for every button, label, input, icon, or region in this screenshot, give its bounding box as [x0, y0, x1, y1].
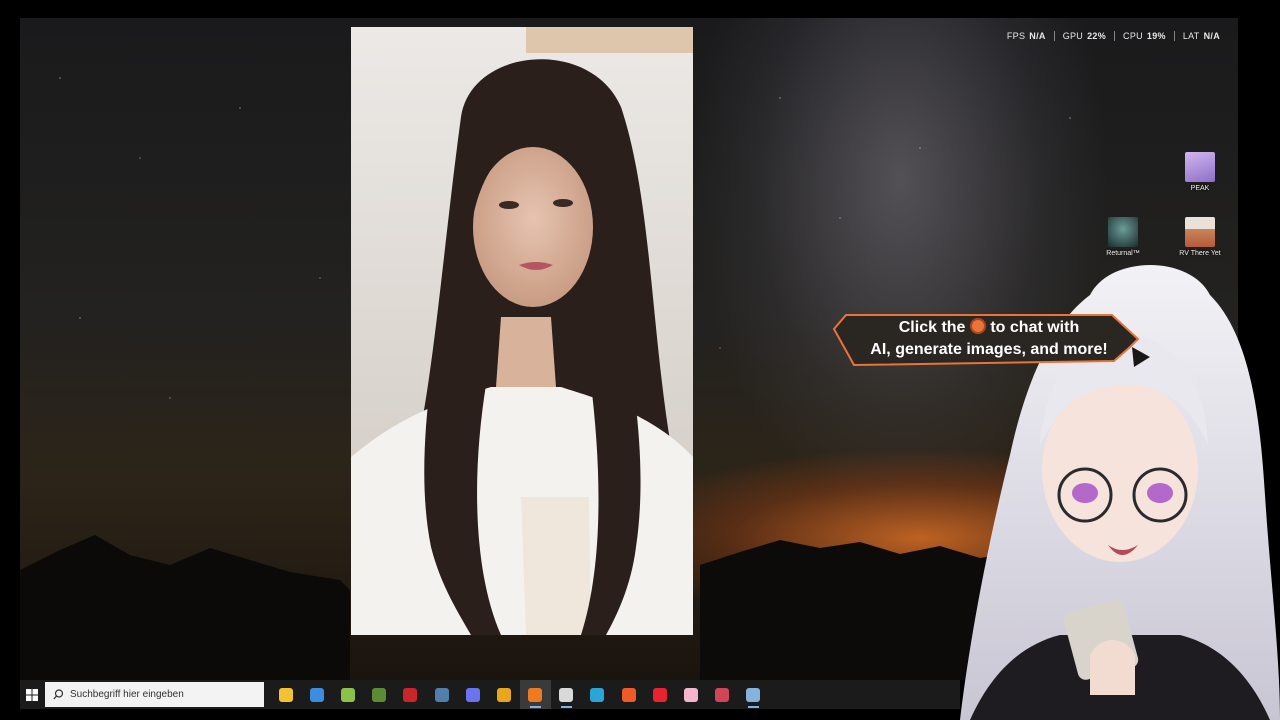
taskbar-app-button[interactable] [426, 680, 457, 709]
android-studio-icon [340, 687, 355, 702]
desktop-icon-rv-there-yet[interactable]: RV There Yet [1172, 217, 1228, 257]
steam-icon [434, 687, 449, 702]
screen: FPS N/A GPU 22% CPU 19% LAT N/A PEAK Ret… [0, 0, 1280, 720]
gpu-value: 22% [1087, 31, 1107, 41]
rv-there-yet-game-icon [1185, 217, 1215, 247]
taskbar-app-button[interactable] [707, 680, 738, 709]
opera-icon [652, 687, 667, 702]
taskbar: Suchbegriff hier eingeben [20, 680, 960, 709]
portrait-photo-window[interactable] [351, 27, 693, 635]
latency-label: LAT [1182, 31, 1200, 41]
fps-stat: FPS N/A [999, 31, 1054, 41]
taskbar-app-button[interactable] [395, 680, 426, 709]
taskbar-app-button[interactable] [332, 680, 363, 709]
gpu-label: GPU [1062, 31, 1084, 41]
file-explorer-icon [278, 687, 293, 702]
taskbar-app-button[interactable] [613, 680, 644, 709]
start-button[interactable] [20, 680, 44, 709]
taskbar-app-button[interactable] [364, 680, 395, 709]
performance-overlay: FPS N/A GPU 22% CPU 19% LAT N/A [999, 31, 1228, 41]
red-app-icon [715, 687, 730, 702]
taskbar-app-button[interactable] [551, 680, 582, 709]
taskbar-app-button[interactable] [738, 680, 769, 709]
steam-running-icon [746, 687, 761, 702]
pink-app-icon [684, 687, 699, 702]
taskbar-search-box[interactable]: Suchbegriff hier eingeben [45, 682, 264, 707]
taskbar-app-button[interactable] [644, 680, 675, 709]
search-placeholder: Suchbegriff hier eingeben [70, 689, 184, 700]
discord-icon [465, 687, 480, 702]
obs-icon [559, 687, 574, 702]
ubisoft-red-icon [403, 687, 418, 702]
desktop-icon-returnal[interactable]: Returnal™ [1095, 217, 1151, 257]
taskbar-app-button[interactable] [582, 680, 613, 709]
ai-chat-hint-tooltip[interactable]: Click the to chat with AI, generate imag… [832, 311, 1150, 369]
edge-icon [590, 687, 605, 702]
returnal-game-icon [1108, 217, 1138, 247]
cpu-stat: CPU 19% [1114, 31, 1174, 41]
taskbar-app-button[interactable] [457, 680, 488, 709]
desktop-icon-peak[interactable]: PEAK [1172, 152, 1228, 192]
peak-game-icon [1185, 152, 1215, 182]
taskbar-app-button[interactable] [488, 680, 519, 709]
cpu-value: 19% [1146, 31, 1166, 41]
firefox-icon [528, 687, 543, 702]
desktop-icon-label: PEAK [1190, 185, 1210, 192]
taskbar-pinned-apps [270, 680, 769, 709]
tooltip-line2: AI, generate images, and more! [870, 341, 1108, 358]
minecraft-icon [372, 687, 387, 702]
tooltip-text: Click the to chat with AI, generate imag… [844, 317, 1134, 361]
basketball-icon [969, 318, 986, 334]
taskbar-app-button[interactable] [675, 680, 706, 709]
tooltip-line1-before: Click the [898, 319, 966, 336]
cpu-label: CPU [1123, 31, 1143, 41]
brave-icon [621, 687, 636, 702]
taskbar-app-button[interactable] [301, 680, 332, 709]
portrait-photo [351, 27, 693, 635]
tooltip-line1-after: to chat with [990, 319, 1080, 336]
taskbar-app-button[interactable] [519, 680, 551, 709]
gpu-stat: GPU 22% [1053, 31, 1114, 41]
chrome-icon [496, 687, 511, 702]
windows-start-icon [26, 688, 38, 701]
search-icon [53, 689, 64, 700]
fps-value: N/A [1029, 31, 1046, 41]
fps-label: FPS [1006, 31, 1026, 41]
latency-value: N/A [1203, 31, 1220, 41]
taskbar-app-button[interactable] [270, 680, 301, 709]
latency-stat: LAT N/A [1173, 31, 1228, 41]
microsoft-store-icon [309, 687, 324, 702]
